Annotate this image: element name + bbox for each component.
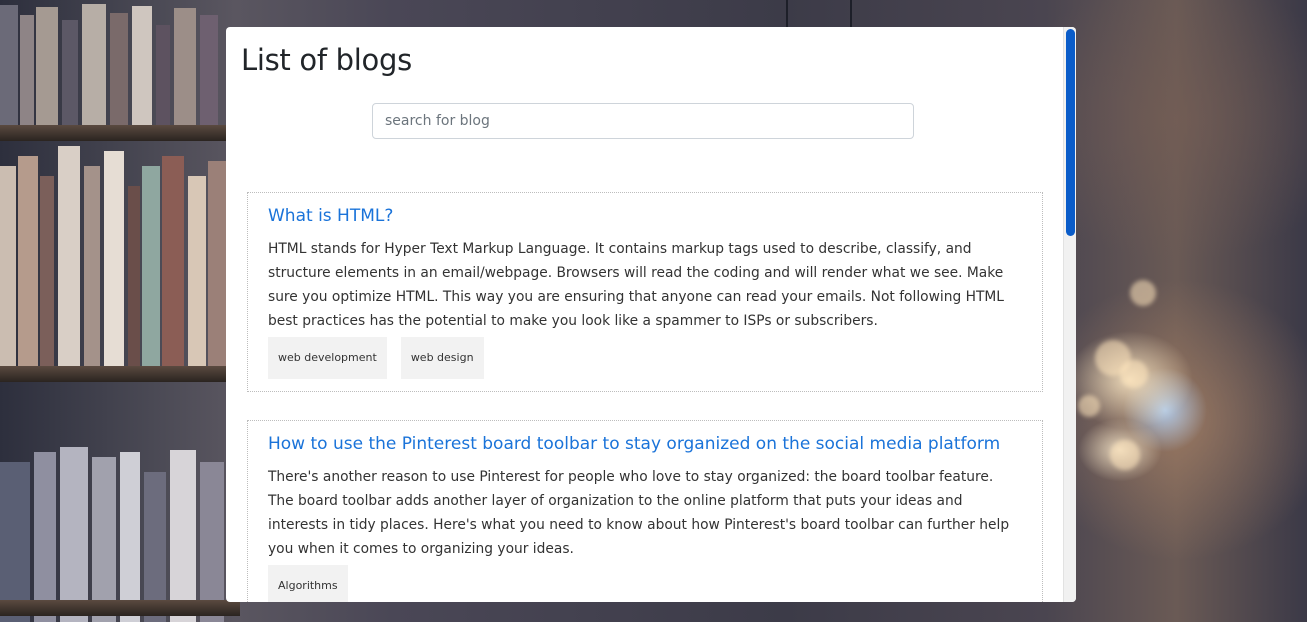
scrollbar-thumb[interactable] [1066, 29, 1075, 236]
page-title: List of blogs [241, 43, 412, 77]
search-input[interactable] [372, 103, 914, 139]
light-bokeh [1130, 280, 1156, 306]
blog-card: How to use the Pinterest board toolbar t… [247, 420, 1043, 602]
bookshelf-row [0, 141, 230, 366]
blog-excerpt: HTML stands for Hyper Text Markup Langua… [268, 241, 1004, 329]
tag-chip[interactable]: web design [400, 337, 484, 379]
tag-list: Algorithms [268, 565, 1022, 602]
tag-list: web development web design [268, 337, 1022, 379]
light-bokeh [1110, 440, 1140, 470]
lamp-cord [850, 0, 852, 30]
shelf [0, 125, 240, 141]
light-bokeh [1120, 360, 1148, 388]
bookshelf-row [0, 420, 230, 622]
blog-title-link[interactable]: How to use the Pinterest board toolbar t… [268, 431, 1022, 457]
blog-excerpt: There's another reason to use Pinterest … [268, 469, 1010, 557]
tag-chip[interactable]: Algorithms [268, 565, 348, 602]
light-bokeh [1078, 395, 1100, 417]
blog-list-panel: List of blogs What is HTML? HTML stands … [226, 27, 1076, 602]
blog-title-link[interactable]: What is HTML? [268, 203, 1022, 229]
scrollbar[interactable] [1063, 27, 1076, 602]
bookshelf-row [0, 0, 230, 125]
tag-chip[interactable]: web development [268, 337, 387, 379]
shelf [0, 366, 240, 382]
shelf [0, 600, 240, 616]
lamp-cord [786, 0, 788, 30]
blog-card: What is HTML? HTML stands for Hyper Text… [247, 192, 1043, 392]
